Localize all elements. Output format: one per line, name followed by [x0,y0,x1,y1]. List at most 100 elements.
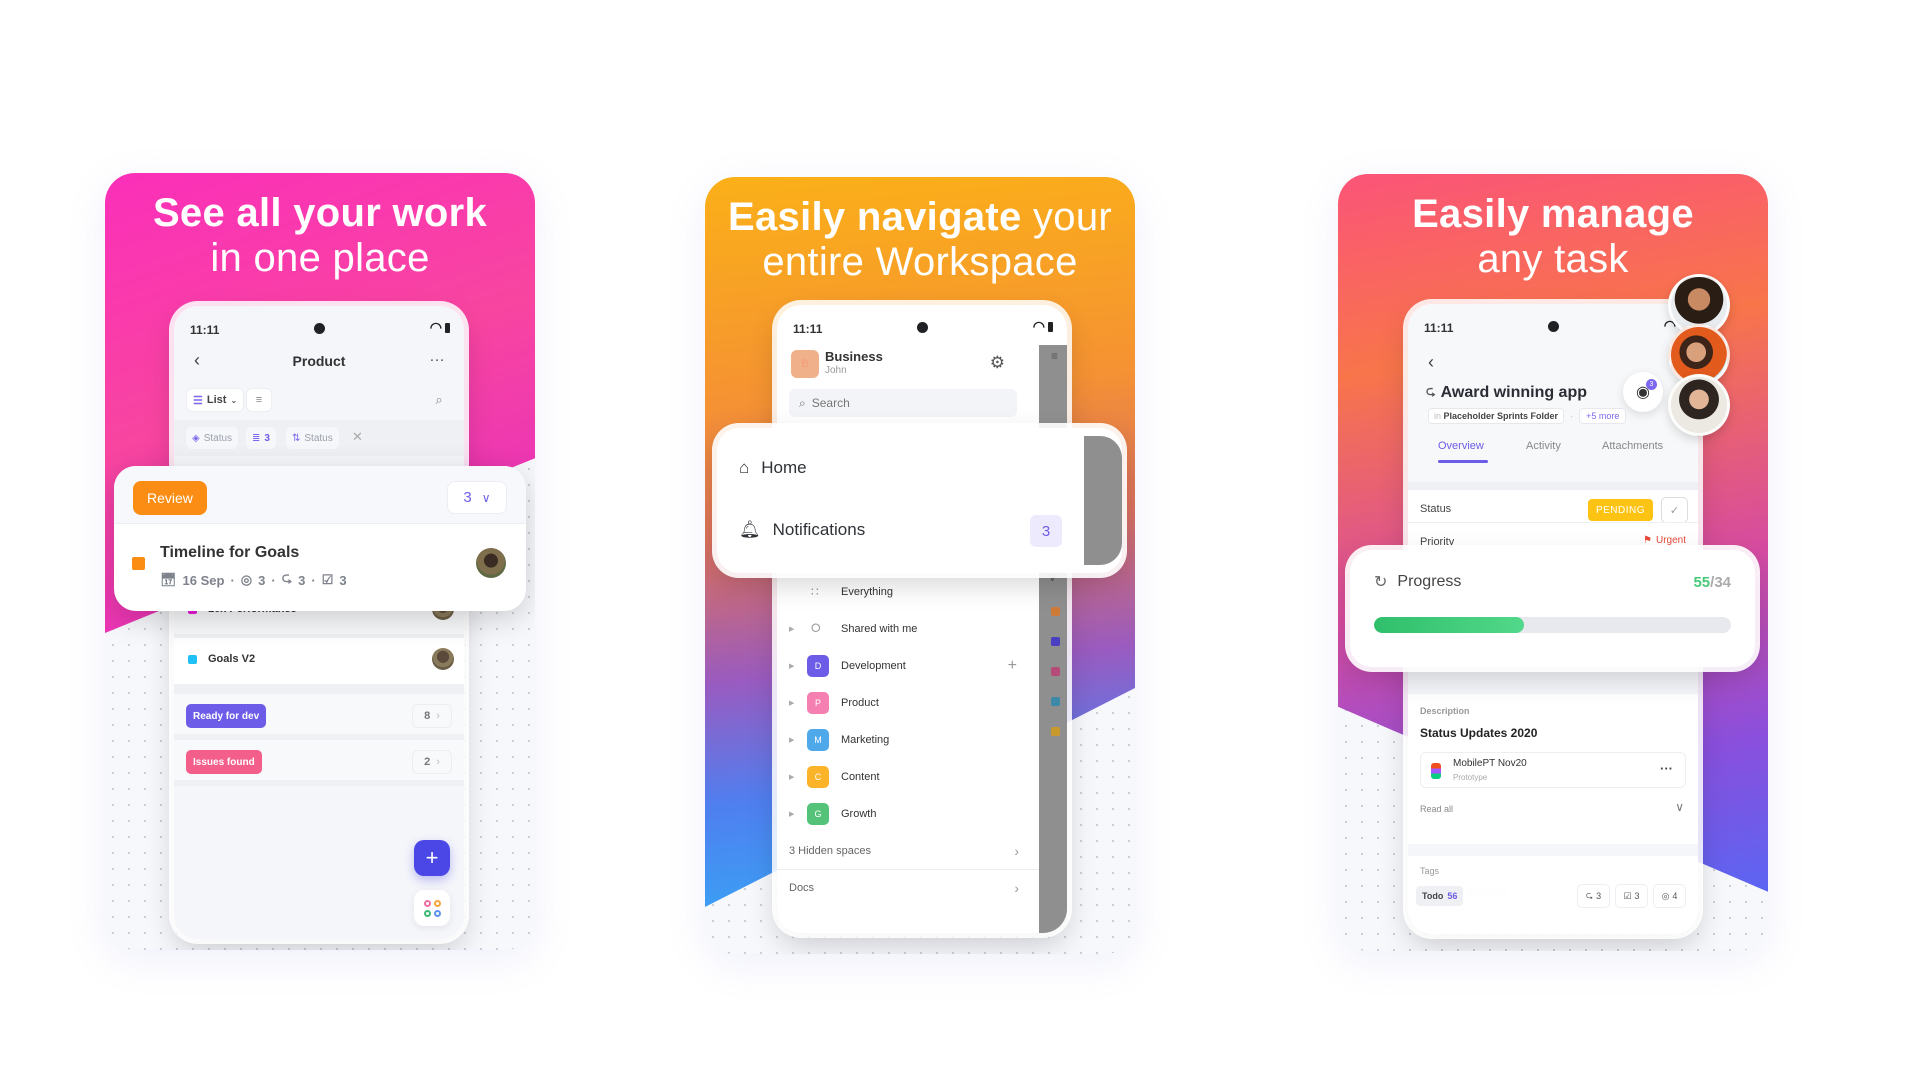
item-label: Product [841,696,879,709]
group-by-status-chip[interactable]: ◈ Status [186,427,239,449]
status-group-ready-for-dev[interactable]: Ready for dev 8 › [174,694,464,740]
expand-icon: ▶ [789,662,795,670]
count: 2 [424,756,431,768]
expand-icon: ▶ [789,699,795,707]
figma-icon [1431,763,1441,779]
location-name: Placeholder Sprints Folder [1443,411,1559,421]
headline-light: in one place [210,236,430,280]
gear-icon[interactable]: ⚙ [990,353,1005,373]
status-group-issues-found[interactable]: Issues found 2 › [174,740,464,786]
view-label: List [206,394,227,406]
subtask-icon: ⮎ [1426,384,1436,398]
status-pill-review[interactable]: Review [133,481,207,515]
task-row[interactable]: Timeline for Goals 📅︎ 16 Sep · ◎ 3 · ⮎ 3… [114,524,526,610]
sidebar-item-everything[interactable]: ∷ Everything [777,573,1039,610]
field-label: Status [1420,503,1452,515]
filter-bar: ◈ Status ≣ 3 ⇅ Status ✕ [174,420,464,456]
status-pill: Ready for dev [186,704,267,728]
expand-icon: ▶ [789,810,795,818]
active-tab-indicator [1438,460,1488,463]
task-bottom-bar: Todo 56 ⮎ 3 ☑ 3 ◎ 4 [1408,876,1698,934]
todo-status-chip[interactable]: Todo 56 [1416,886,1464,906]
subtask-icon: ⮎ [1585,890,1594,900]
progress-label: Progress [1397,573,1462,590]
more-icon[interactable]: ··· [1660,761,1673,776]
calendar-icon: 📅︎ [160,572,177,587]
search-input[interactable]: ⌕ Search [789,389,1017,417]
hidden-spaces-link[interactable]: 3 Hidden spaces › [777,832,1039,869]
checklist-icon: ☑ [1623,890,1632,901]
space-development[interactable]: ▶ D Development + [777,647,1039,684]
list-item[interactable]: Goals V2 [174,638,464,688]
chip-label: Status [203,432,233,444]
chevron-down-icon: ⌄ [230,395,238,405]
attachment-type: Prototype [1453,773,1488,782]
home-icon: ⌂ [739,458,750,477]
task-tabs: Overview Activity Attachments [1408,432,1698,463]
sidebar-list: ∷ Everything ▶ ⭘ Shared with me ▶ D Deve… [777,573,1039,906]
sliders-icon: ≡ [255,394,263,406]
apps-button[interactable] [414,890,450,926]
phone-mockup: 11:11 ◠ ≡ ∨ B Business John ⚙ ⌕ Search ∷ [777,305,1067,933]
headline-bold: See all your work [152,191,488,235]
check-icon: ✓ [1669,504,1680,517]
headline-light: any task [1477,237,1629,281]
more-icon[interactable]: … [429,348,446,366]
group-count[interactable]: 2 › [412,750,452,774]
sidebar-item-docs[interactable]: Docs › [777,869,1039,906]
checklists-chip[interactable]: ☑ 3 [1615,884,1648,908]
checklist-count: 3 [1634,891,1640,901]
checklist-icon: ☑ [321,572,334,587]
assignee-avatar [476,548,506,578]
task-name: Goals V2 [208,653,256,665]
headline-bold: Easily manage [1412,192,1694,236]
search-icon: ⌕ [799,395,806,410]
complete-checkbox[interactable]: ✓ [1661,497,1688,523]
headline: Easily navigate your entire Workspace [705,195,1135,285]
sidebar-item-notifications[interactable]: 🔔︎ Notifications [739,520,865,540]
bell-icon: 🔔︎ [739,520,761,539]
plus-icon[interactable]: + [1008,657,1017,675]
back-icon[interactable]: ‹ [1428,352,1434,373]
space-growth[interactable]: ▶ G Growth [777,795,1039,832]
subtask-count: 3 [298,572,306,588]
item-label: Everything [841,585,893,598]
group-count[interactable]: 8 › [412,704,452,728]
sort-status-chip[interactable]: ⇅ Status [286,427,339,449]
chevron-down-icon[interactable]: ∨ [1675,800,1684,814]
view-selector[interactable]: ☰ List ⌄ [186,388,245,412]
apps-dot [423,909,431,917]
camera-icon [1548,321,1559,332]
tab-activity[interactable]: Activity [1526,440,1561,452]
status-badge[interactable]: PENDING [1587,499,1653,521]
space-avatar: P [807,691,829,714]
priority-value[interactable]: ⚑ Urgent [1643,535,1686,546]
clear-filters-icon[interactable]: ✕ [352,429,363,445]
tab-overview[interactable]: Overview [1438,440,1484,452]
watchers-button[interactable]: ◉ 3 [1623,372,1663,412]
tab-attachments[interactable]: Attachments [1602,440,1663,452]
attachment-card[interactable]: MobilePT Nov20 Prototype ··· [1420,752,1686,788]
read-all-link[interactable]: Read all [1420,804,1453,814]
headline-light-inline: your [1032,195,1112,239]
item-label: Shared with me [841,622,918,635]
space-avatar: D [807,654,829,677]
more-locations-chip[interactable]: +5 more [1579,408,1627,424]
sidebar-item-home[interactable]: ⌂ Home [739,458,807,478]
feature-card-navigate-workspace: Easily navigate your entire Workspace 11… [705,177,1135,954]
filter-count-chip[interactable]: ≣ 3 [246,427,276,449]
add-task-button[interactable]: + [414,840,450,876]
space-marketing[interactable]: ▶ M Marketing [777,721,1039,758]
search-button[interactable]: ⌕ [426,388,452,412]
group-count-dropdown[interactable]: 3 ∨ [447,481,507,514]
space-product[interactable]: ▶ P Product [777,684,1039,721]
filter-icon: ≣ [252,432,261,444]
space-content[interactable]: ▶ C Content [777,758,1039,795]
location-chip[interactable]: in Placeholder Sprints Folder [1428,408,1565,424]
comments-chip[interactable]: ◎ 4 [1653,884,1686,908]
sidebar-item-shared[interactable]: ▶ ⭘ Shared with me [777,610,1039,647]
item-label: Marketing [841,733,890,746]
subtasks-chip[interactable]: ⮎ 3 [1577,884,1610,908]
filter-settings-button[interactable]: ≡ [246,388,272,412]
workspace-header[interactable]: B Business John ⚙ [777,343,1067,387]
